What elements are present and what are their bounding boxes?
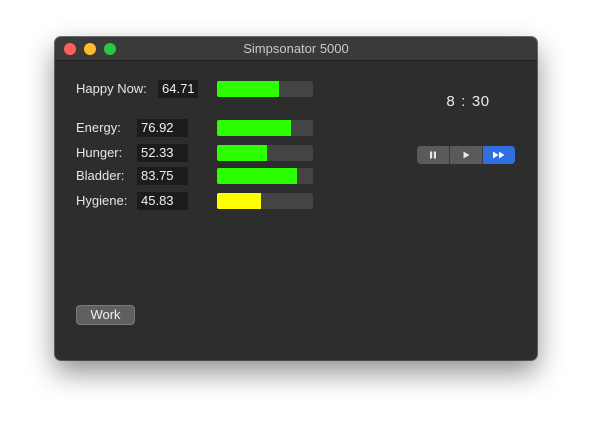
hygiene-value: 45.83 xyxy=(137,192,188,210)
hunger-value: 52.33 xyxy=(137,144,188,162)
bladder-meter-fill xyxy=(217,168,297,184)
window-title: Simpsonator 5000 xyxy=(243,41,349,56)
hygiene-meter-fill xyxy=(217,193,261,209)
hunger-label: Hunger: xyxy=(76,145,123,160)
speed-control xyxy=(417,146,515,164)
play-icon xyxy=(463,151,470,159)
happy-label: Happy Now: xyxy=(76,81,147,96)
pause-button[interactable] xyxy=(417,146,450,164)
bladder-meter xyxy=(217,168,313,184)
fast-forward-icon xyxy=(493,151,505,159)
hunger-meter xyxy=(217,145,313,161)
energy-meter xyxy=(217,120,313,136)
hunger-meter-fill xyxy=(217,145,267,161)
hygiene-label: Hygiene: xyxy=(76,193,128,208)
game-clock: 8:30 xyxy=(423,93,513,110)
energy-label: Energy: xyxy=(76,120,121,135)
play-button[interactable] xyxy=(450,146,483,164)
app-window: Simpsonator 5000 Happy Now: 64.71 Energy… xyxy=(55,37,537,360)
clock-hours: 8 xyxy=(446,93,456,110)
fast-forward-button[interactable] xyxy=(483,146,515,164)
energy-value: 76.92 xyxy=(137,119,188,137)
work-button[interactable]: Work xyxy=(76,305,135,325)
energy-meter-fill xyxy=(217,120,291,136)
pause-icon xyxy=(430,151,436,159)
title-bar[interactable]: Simpsonator 5000 xyxy=(55,37,537,61)
hygiene-meter xyxy=(217,193,313,209)
bladder-label: Bladder: xyxy=(76,168,125,183)
happy-meter-fill xyxy=(217,81,279,97)
clock-minutes: 30 xyxy=(471,93,490,110)
happy-meter xyxy=(217,81,313,97)
bladder-value: 83.75 xyxy=(137,167,188,185)
happy-value: 64.71 xyxy=(158,80,198,98)
clock-separator: : xyxy=(461,93,466,110)
